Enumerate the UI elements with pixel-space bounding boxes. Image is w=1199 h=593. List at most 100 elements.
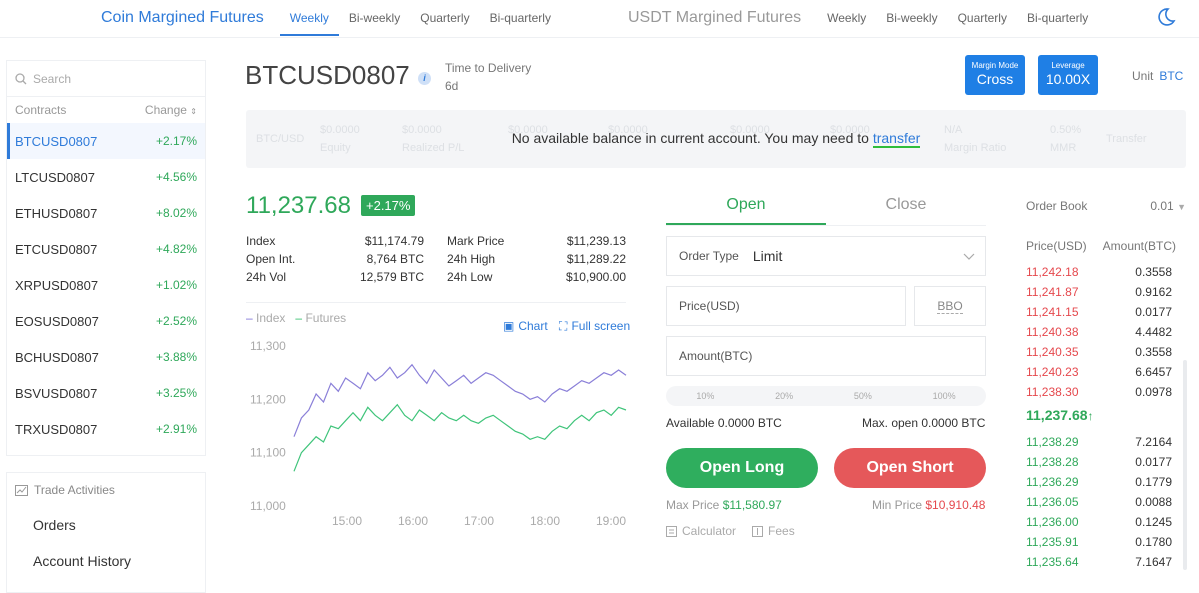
bid-row[interactable]: 11,236.05 0.0088 [1026, 492, 1172, 512]
contract-row-bsvusd0807[interactable]: BSVUSD0807 +3.25% [7, 375, 205, 411]
fullscreen-icon[interactable]: ⛶ [559, 319, 567, 333]
bid-row[interactable]: 11,236.29 0.1779 [1026, 472, 1172, 492]
contract-row-ethusd0807[interactable]: ETHUSD0807 +8.02% [7, 195, 205, 231]
percent-20[interactable]: 20% [775, 391, 793, 401]
open-short-button[interactable]: Open Short [834, 448, 986, 488]
unit-value[interactable]: BTC [1159, 69, 1183, 83]
ask-row[interactable]: 11,240.23 6.6457 [1026, 362, 1172, 382]
calculator-link[interactable]: Calculator [682, 524, 736, 538]
tab-usdt-quarterly[interactable]: Quarterly [948, 0, 1017, 36]
price-input[interactable]: Price(USD) [666, 286, 906, 326]
x-tick-label: 15:00 [332, 514, 362, 528]
ask-row[interactable]: 11,240.35 0.3558 [1026, 342, 1172, 362]
order-type-label: Order Type [679, 249, 739, 263]
percent-slider[interactable]: 10% 20% 50% 100% [666, 386, 986, 406]
ask-row[interactable]: 11,242.18 0.3558 [1026, 262, 1172, 282]
contract-change: +1.02% [155, 278, 197, 292]
orders-link[interactable]: Orders [7, 507, 205, 543]
price-chart: 11,300 11,200 11,100 11,000 15:00 16:00 17:00 1… [250, 339, 626, 528]
chart-icon[interactable]: ▣ [503, 319, 514, 333]
contract-change: +3.25% [155, 386, 197, 400]
contract-row-btcusd0807[interactable]: BTCUSD0807 +2.17% [7, 123, 205, 159]
contract-change: +2.17% [155, 134, 197, 148]
order-type-select[interactable]: Order Type Limit [666, 236, 986, 276]
fees-icon[interactable] [752, 525, 764, 537]
search-box[interactable]: Search [7, 61, 205, 97]
ask-amount: 0.0978 [1135, 385, 1172, 399]
orderbook-columns: Price(USD) Amount(BTC) [1026, 239, 1176, 253]
info-icon[interactable]: i [418, 72, 431, 85]
fees-link[interactable]: Fees [768, 524, 795, 538]
percent-50[interactable]: 50% [854, 391, 872, 401]
chart-link[interactable]: Chart [518, 319, 547, 333]
order-type-value: Limit [752, 248, 783, 264]
contract-row-bchusd0807[interactable]: BCHUSD0807 +3.88% [7, 339, 205, 375]
trade-activities-header: Trade Activities [7, 473, 205, 507]
tab-coin-weekly[interactable]: Weekly [279, 0, 339, 36]
bid-price: 11,238.29 [1026, 435, 1079, 449]
bid-row[interactable]: 11,238.29 7.2164 [1026, 432, 1172, 452]
moon-icon[interactable] [1155, 6, 1177, 28]
ask-price: 11,240.23 [1026, 365, 1079, 379]
percent-100[interactable]: 100% [933, 391, 956, 401]
time-to-delivery-value: 6d [445, 79, 459, 93]
contracts-column-header: Contracts [15, 103, 67, 117]
available-balance: Available 0.0000 BTC [666, 416, 782, 430]
unit-label: Unit [1132, 69, 1154, 83]
margin-mode-label: Margin Mode [971, 61, 1019, 70]
sort-icon[interactable]: ⇕ [190, 107, 197, 116]
legend-futures: Futures [305, 311, 347, 325]
contracts-list-header: Contracts Change ⇕ [7, 97, 205, 123]
ask-row[interactable]: 11,240.38 4.4482 [1026, 322, 1172, 342]
contract-row-ltcusd0807[interactable]: LTCUSD0807 +4.56% [7, 159, 205, 195]
tab-coin-quarterly[interactable]: Quarterly [410, 0, 479, 36]
tab-open[interactable]: Open [666, 188, 826, 225]
fullscreen-link[interactable]: Full screen [571, 319, 630, 333]
calculator-icon[interactable] [666, 525, 677, 537]
contract-name: TRXUSD0807 [15, 421, 98, 437]
coin-margined-futures-title[interactable]: Coin Margined Futures [101, 9, 264, 27]
open-long-button[interactable]: Open Long [666, 448, 818, 488]
divider [246, 302, 626, 303]
contract-name: EOSUSD0807 [15, 313, 99, 329]
contract-change: +2.52% [155, 314, 197, 328]
account-history-link[interactable]: Account History [7, 543, 205, 579]
tab-usdt-weekly[interactable]: Weekly [817, 0, 876, 36]
tab-coin-biquarterly[interactable]: Bi-quarterly [480, 0, 561, 36]
ask-price: 11,240.35 [1026, 345, 1079, 359]
amount-input[interactable]: Amount(BTC) [666, 336, 986, 376]
tab-coin-biweekly[interactable]: Bi-weekly [339, 0, 410, 36]
tab-close[interactable]: Close [826, 188, 986, 225]
ask-row[interactable]: 11,238.30 0.0978 [1026, 382, 1172, 402]
orderbook-scrollbar[interactable] [1183, 360, 1187, 570]
bid-amount: 0.0088 [1135, 495, 1172, 509]
contract-row-eosusd0807[interactable]: EOSUSD0807 +2.52% [7, 303, 205, 339]
change-column-header[interactable]: Change ⇕ [145, 103, 197, 117]
ask-amount: 0.3558 [1135, 345, 1172, 359]
usdt-margined-futures-title[interactable]: USDT Margined Futures [628, 9, 801, 27]
x-tick-label: 17:00 [464, 514, 494, 528]
coin-margined-nav: Coin Margined Futures Weekly Bi-weekly Q… [101, 0, 561, 36]
margin-mode-button[interactable]: Margin Mode Cross [965, 55, 1025, 95]
percent-10[interactable]: 10% [696, 391, 714, 401]
contract-name: BTCUSD0807 [15, 133, 98, 149]
last-price: 11,237.68 [246, 192, 351, 219]
bid-price: 11,236.05 [1026, 495, 1079, 509]
bid-row[interactable]: 11,238.28 0.0177 [1026, 452, 1172, 472]
contracts-sidebar: Search Contracts Change ⇕ BTCUSD0807 +2.1… [6, 60, 206, 456]
ask-row[interactable]: 11,241.87 0.9162 [1026, 282, 1172, 302]
bid-row[interactable]: 11,236.00 0.1245 [1026, 512, 1172, 532]
ask-row[interactable]: 11,241.15 0.0177 [1026, 302, 1172, 322]
tab-usdt-biquarterly[interactable]: Bi-quarterly [1017, 0, 1098, 36]
contract-row-xrpusd0807[interactable]: XRPUSD0807 +1.02% [7, 267, 205, 303]
leverage-button[interactable]: Leverage 10.00X [1038, 55, 1098, 95]
precision-select[interactable]: 0.01 ▼ [1150, 199, 1186, 213]
bid-row[interactable]: 11,235.91 0.1780 [1026, 532, 1172, 552]
bid-row[interactable]: 11,235.64 7.1647 [1026, 552, 1172, 572]
contract-change: +8.02% [155, 206, 197, 220]
transfer-link[interactable]: transfer [872, 130, 921, 148]
contract-row-etcusd0807[interactable]: ETCUSD0807 +4.82% [7, 231, 205, 267]
bbo-button[interactable]: BBO [914, 286, 986, 326]
contract-row-trxusd0807[interactable]: TRXUSD0807 +2.91% [7, 411, 205, 447]
tab-usdt-biweekly[interactable]: Bi-weekly [876, 0, 947, 36]
